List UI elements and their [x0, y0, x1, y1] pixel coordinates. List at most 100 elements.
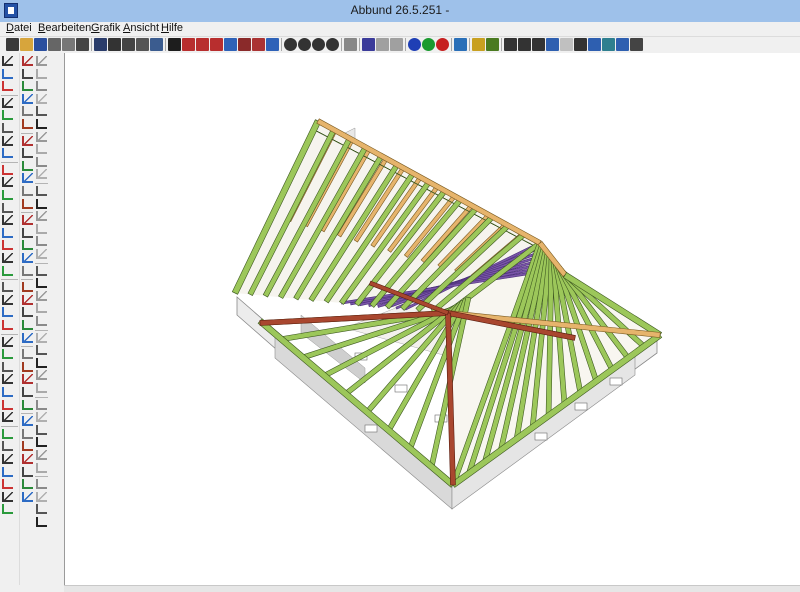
palette2-tool-7-icon[interactable]	[22, 135, 33, 146]
view-4-icon[interactable]	[136, 38, 149, 51]
palette1-tool-3-icon[interactable]	[2, 81, 13, 92]
menu-hilfe[interactable]: Hilfe	[161, 22, 183, 34]
palette1-tool-9-icon[interactable]	[2, 164, 13, 175]
palette2-tool-24-icon[interactable]	[22, 361, 33, 372]
view-3-icon[interactable]	[122, 38, 135, 51]
menu-ansicht[interactable]: Ansicht	[123, 22, 159, 34]
info-blue-icon[interactable]	[408, 38, 421, 51]
palette2-tool-28-icon[interactable]	[22, 416, 33, 427]
palette2-tool-16-icon[interactable]	[22, 253, 33, 263]
window-9-icon[interactable]	[616, 38, 629, 51]
print-preview-icon[interactable]	[62, 38, 75, 51]
palette1-tool-10-icon[interactable]	[2, 177, 13, 188]
palette2-tool-21-icon[interactable]	[22, 320, 33, 330]
view-detail-icon[interactable]	[224, 38, 237, 51]
palette3-tool-4-icon[interactable]	[36, 93, 47, 104]
palette2-tool-10-icon[interactable]	[22, 173, 33, 184]
palette3-tool-27-icon[interactable]	[36, 399, 47, 410]
palette2-tool-1-icon[interactable]	[22, 56, 33, 66]
palette3-tool-32-icon[interactable]	[36, 462, 47, 473]
palette1-tool-11-icon[interactable]	[2, 190, 13, 200]
view-plan-icon[interactable]	[182, 38, 195, 51]
palette2-tool-12-icon[interactable]	[22, 198, 33, 209]
palette1-tool-22-icon[interactable]	[2, 336, 13, 347]
palette3-tool-5-icon[interactable]	[36, 106, 47, 117]
window-1-icon[interactable]	[504, 38, 517, 51]
palette3-tool-30-icon[interactable]	[36, 437, 47, 448]
view-2-icon[interactable]	[108, 38, 121, 51]
palette3-tool-14-icon[interactable]	[36, 223, 47, 234]
palette1-tool-31-icon[interactable]	[2, 454, 13, 464]
palette2-tool-3-icon[interactable]	[22, 81, 33, 92]
palette2-tool-30-icon[interactable]	[22, 441, 33, 452]
palette3-tool-11-icon[interactable]	[36, 186, 47, 196]
view-1-icon[interactable]	[94, 38, 107, 51]
zoom-in-icon[interactable]	[284, 38, 297, 51]
palette2-tool-9-icon[interactable]	[22, 160, 33, 171]
palette2-tool-27-icon[interactable]	[22, 399, 33, 410]
palette3-tool-22-icon[interactable]	[36, 332, 47, 343]
window-8-icon[interactable]	[602, 38, 615, 51]
palette3-tool-1-icon[interactable]	[36, 56, 47, 66]
menu-grafik[interactable]: Grafik	[91, 22, 120, 34]
palette3-tool-19-icon[interactable]	[36, 290, 47, 301]
edit-icon[interactable]	[362, 38, 375, 51]
menu-bearbeiten[interactable]: Bearbeiten	[38, 22, 91, 34]
palette3-tool-13-icon[interactable]	[36, 211, 47, 222]
zoom-out-icon[interactable]	[298, 38, 311, 51]
palette2-tool-32-icon[interactable]	[22, 466, 33, 477]
palette1-tool-14-icon[interactable]	[2, 227, 13, 238]
drawing-canvas[interactable]	[64, 53, 800, 585]
palette3-tool-6-icon[interactable]	[36, 119, 47, 129]
palette3-tool-29-icon[interactable]	[36, 424, 47, 435]
palette1-tool-32-icon[interactable]	[2, 466, 13, 477]
palette1-tool-20-icon[interactable]	[2, 307, 13, 318]
palette3-tool-16-icon[interactable]	[36, 249, 47, 259]
palette2-tool-6-icon[interactable]	[22, 119, 33, 129]
palette1-tool-27-icon[interactable]	[2, 399, 13, 410]
palette1-tool-12-icon[interactable]	[2, 202, 13, 213]
palette2-tool-5-icon[interactable]	[22, 106, 33, 117]
help-icon[interactable]	[472, 38, 485, 51]
palette3-tool-33-icon[interactable]	[36, 479, 47, 490]
window-2-icon[interactable]	[518, 38, 531, 51]
title-bar[interactable]: Abbund 26.5.251 -	[0, 0, 800, 22]
palette1-tool-7-icon[interactable]	[2, 135, 13, 146]
new-file-icon[interactable]	[6, 38, 19, 51]
palette2-tool-34-icon[interactable]	[22, 491, 33, 502]
palette2-tool-26-icon[interactable]	[22, 387, 33, 397]
open-folder-icon[interactable]	[20, 38, 33, 51]
palette1-tool-6-icon[interactable]	[2, 123, 13, 133]
palette1-tool-34-icon[interactable]	[2, 491, 13, 502]
check-icon[interactable]	[376, 38, 389, 51]
palette3-tool-25-icon[interactable]	[36, 370, 47, 381]
window-3-icon[interactable]	[532, 38, 545, 51]
palette3-tool-9-icon[interactable]	[36, 156, 47, 167]
print-icon[interactable]	[48, 38, 61, 51]
help-context-icon[interactable]	[486, 38, 499, 51]
palette2-tool-2-icon[interactable]	[22, 68, 33, 79]
element-2-icon[interactable]	[252, 38, 265, 51]
palette1-tool-4-icon[interactable]	[2, 97, 13, 108]
palette2-tool-33-icon[interactable]	[22, 479, 33, 490]
palette2-tool-4-icon[interactable]	[22, 93, 33, 104]
palette1-tool-13-icon[interactable]	[2, 215, 13, 226]
palette1-tool-15-icon[interactable]	[2, 240, 13, 251]
palette1-tool-35-icon[interactable]	[2, 504, 13, 515]
palette2-tool-29-icon[interactable]	[22, 428, 33, 439]
page-setup-icon[interactable]	[76, 38, 89, 51]
palette2-tool-8-icon[interactable]	[22, 148, 33, 159]
element-3-icon[interactable]	[266, 38, 279, 51]
palette3-tool-10-icon[interactable]	[36, 169, 47, 180]
view-side-icon[interactable]	[210, 38, 223, 51]
palette1-tool-16-icon[interactable]	[2, 253, 13, 263]
window-10-icon[interactable]	[630, 38, 643, 51]
layer-icon[interactable]	[454, 38, 467, 51]
palette3-tool-31-icon[interactable]	[36, 450, 47, 460]
palette3-tool-24-icon[interactable]	[36, 357, 47, 368]
palette3-tool-20-icon[interactable]	[36, 303, 47, 314]
palette1-tool-17-icon[interactable]	[2, 265, 13, 276]
palette1-tool-8-icon[interactable]	[2, 148, 13, 159]
palette3-tool-18-icon[interactable]	[36, 278, 47, 289]
palette2-tool-23-icon[interactable]	[22, 349, 33, 360]
